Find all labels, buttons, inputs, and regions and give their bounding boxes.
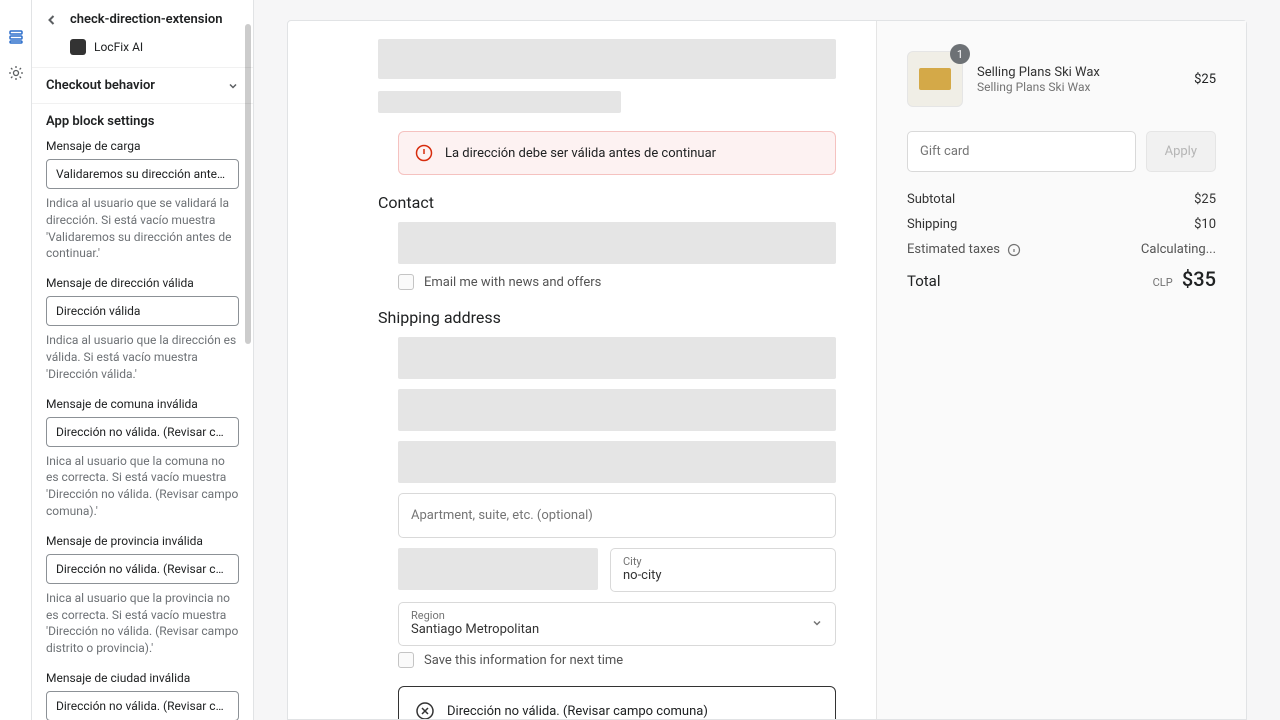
alert-icon — [415, 144, 433, 162]
skeleton-input — [398, 222, 836, 264]
checkbox-icon — [398, 652, 414, 668]
apply-button[interactable]: Apply — [1146, 131, 1216, 172]
city-label: City — [623, 555, 823, 568]
shipping-heading: Shipping address — [378, 308, 836, 327]
subtotal-label: Subtotal — [907, 192, 955, 207]
field-label: Mensaje de ciudad inválida — [46, 671, 239, 685]
error-text: La dirección debe ser válida antes de co… — [445, 146, 716, 161]
region-select[interactable]: Region Santiago Metropolitan — [398, 602, 836, 646]
app-row: LocFix AI — [32, 35, 253, 67]
invalid-ciudad-input[interactable] — [46, 691, 239, 720]
shipping-value: $10 — [1194, 217, 1216, 232]
skeleton-input — [398, 337, 836, 379]
loading-message-input[interactable] — [46, 159, 239, 189]
skeleton-block — [378, 91, 621, 113]
checkbox-icon — [398, 274, 414, 290]
taxes-label: Estimated taxes — [907, 242, 1000, 257]
skeleton-input — [398, 441, 836, 483]
total-row: Total CLP $35 — [907, 267, 1216, 291]
field-help: Indica al usuario que se validará la dir… — [46, 195, 239, 262]
invalid-comuna-input[interactable] — [46, 417, 239, 447]
checkbox-label: Email me with news and offers — [424, 275, 601, 290]
product-title: Selling Plans Ski Wax — [977, 65, 1180, 80]
total-currency: CLP — [1153, 276, 1173, 289]
invalid-provincia-input[interactable] — [46, 554, 239, 584]
city-value: no-city — [623, 568, 662, 583]
field-label: Mensaje de provincia inválida — [46, 534, 239, 548]
subtotal-value: $25 — [1194, 192, 1216, 207]
chevron-down-icon — [227, 80, 239, 92]
app-name: LocFix AI — [94, 40, 143, 54]
city-field[interactable]: City no-city — [610, 548, 836, 592]
region-value: Santiago Metropolitan — [411, 622, 539, 637]
back-button[interactable] — [46, 13, 60, 27]
close-circle-icon — [415, 701, 435, 719]
region-label: Region — [411, 609, 539, 622]
field-help: Inica al usuario que la provincia no es … — [46, 590, 239, 657]
total-label: Total — [907, 272, 941, 290]
chevron-down-icon — [811, 617, 823, 629]
cart-item: 1 Selling Plans Ski Wax Selling Plans Sk… — [907, 51, 1216, 107]
gift-card-input[interactable] — [907, 131, 1136, 172]
product-subtitle: Selling Plans Ski Wax — [977, 80, 1180, 94]
skeleton-input — [398, 548, 598, 590]
validation-error-block: Dirección no válida. (Revisar campo comu… — [398, 686, 836, 719]
qty-badge: 1 — [950, 44, 970, 64]
checkout-summary: 1 Selling Plans Ski Wax Selling Plans Sk… — [876, 21, 1246, 719]
field-label: Mensaje de carga — [46, 139, 239, 153]
scrollbar[interactable] — [245, 24, 251, 344]
field-label: Mensaje de dirección válida — [46, 276, 239, 290]
skeleton-block — [378, 39, 836, 79]
error-banner: La dirección debe ser válida antes de co… — [398, 131, 836, 175]
checkbox-label: Save this information for next time — [424, 653, 623, 668]
taxes-row: Estimated taxes Calculating... — [907, 242, 1216, 257]
block-settings-heading: App block settings — [46, 114, 239, 129]
preview-frame: La dirección debe ser válida antes de co… — [287, 20, 1247, 720]
skeleton-input — [398, 389, 836, 431]
field-label: Mensaje de comuna inválida — [46, 397, 239, 411]
gear-icon[interactable] — [7, 64, 25, 82]
field-help: Inica al usuario que la comuna no es cor… — [46, 453, 239, 520]
total-amount: $35 — [1182, 267, 1216, 291]
save-info-checkbox[interactable]: Save this information for next time — [398, 652, 836, 668]
valid-message-input[interactable] — [46, 296, 239, 326]
checkout-main: La dirección debe ser válida antes de co… — [288, 21, 876, 719]
field-help: Indica al usuario que la dirección es vá… — [46, 332, 239, 382]
app-icon — [70, 39, 86, 55]
settings-panel: check-direction-extension LocFix AI Chec… — [32, 0, 254, 720]
apartment-input[interactable] — [398, 493, 836, 538]
taxes-value: Calculating... — [1141, 242, 1216, 257]
icon-rail — [0, 0, 32, 720]
email-offers-checkbox[interactable]: Email me with news and offers — [398, 274, 836, 290]
checkout-behavior-section[interactable]: Checkout behavior — [32, 67, 253, 103]
preview-area: La dirección debe ser válida antes de co… — [254, 0, 1280, 720]
product-thumbnail: 1 — [907, 51, 963, 107]
subtotal-row: Subtotal $25 — [907, 192, 1216, 207]
info-icon[interactable] — [1007, 243, 1021, 257]
validation-error-text: Dirección no válida. (Revisar campo comu… — [447, 704, 708, 719]
contact-heading: Contact — [378, 193, 836, 212]
product-price: $25 — [1194, 72, 1216, 87]
sections-icon[interactable] — [7, 28, 25, 46]
extension-title: check-direction-extension — [70, 12, 222, 27]
shipping-label: Shipping — [907, 217, 957, 232]
section-title: Checkout behavior — [46, 78, 155, 93]
shipping-row: Shipping $10 — [907, 217, 1216, 232]
